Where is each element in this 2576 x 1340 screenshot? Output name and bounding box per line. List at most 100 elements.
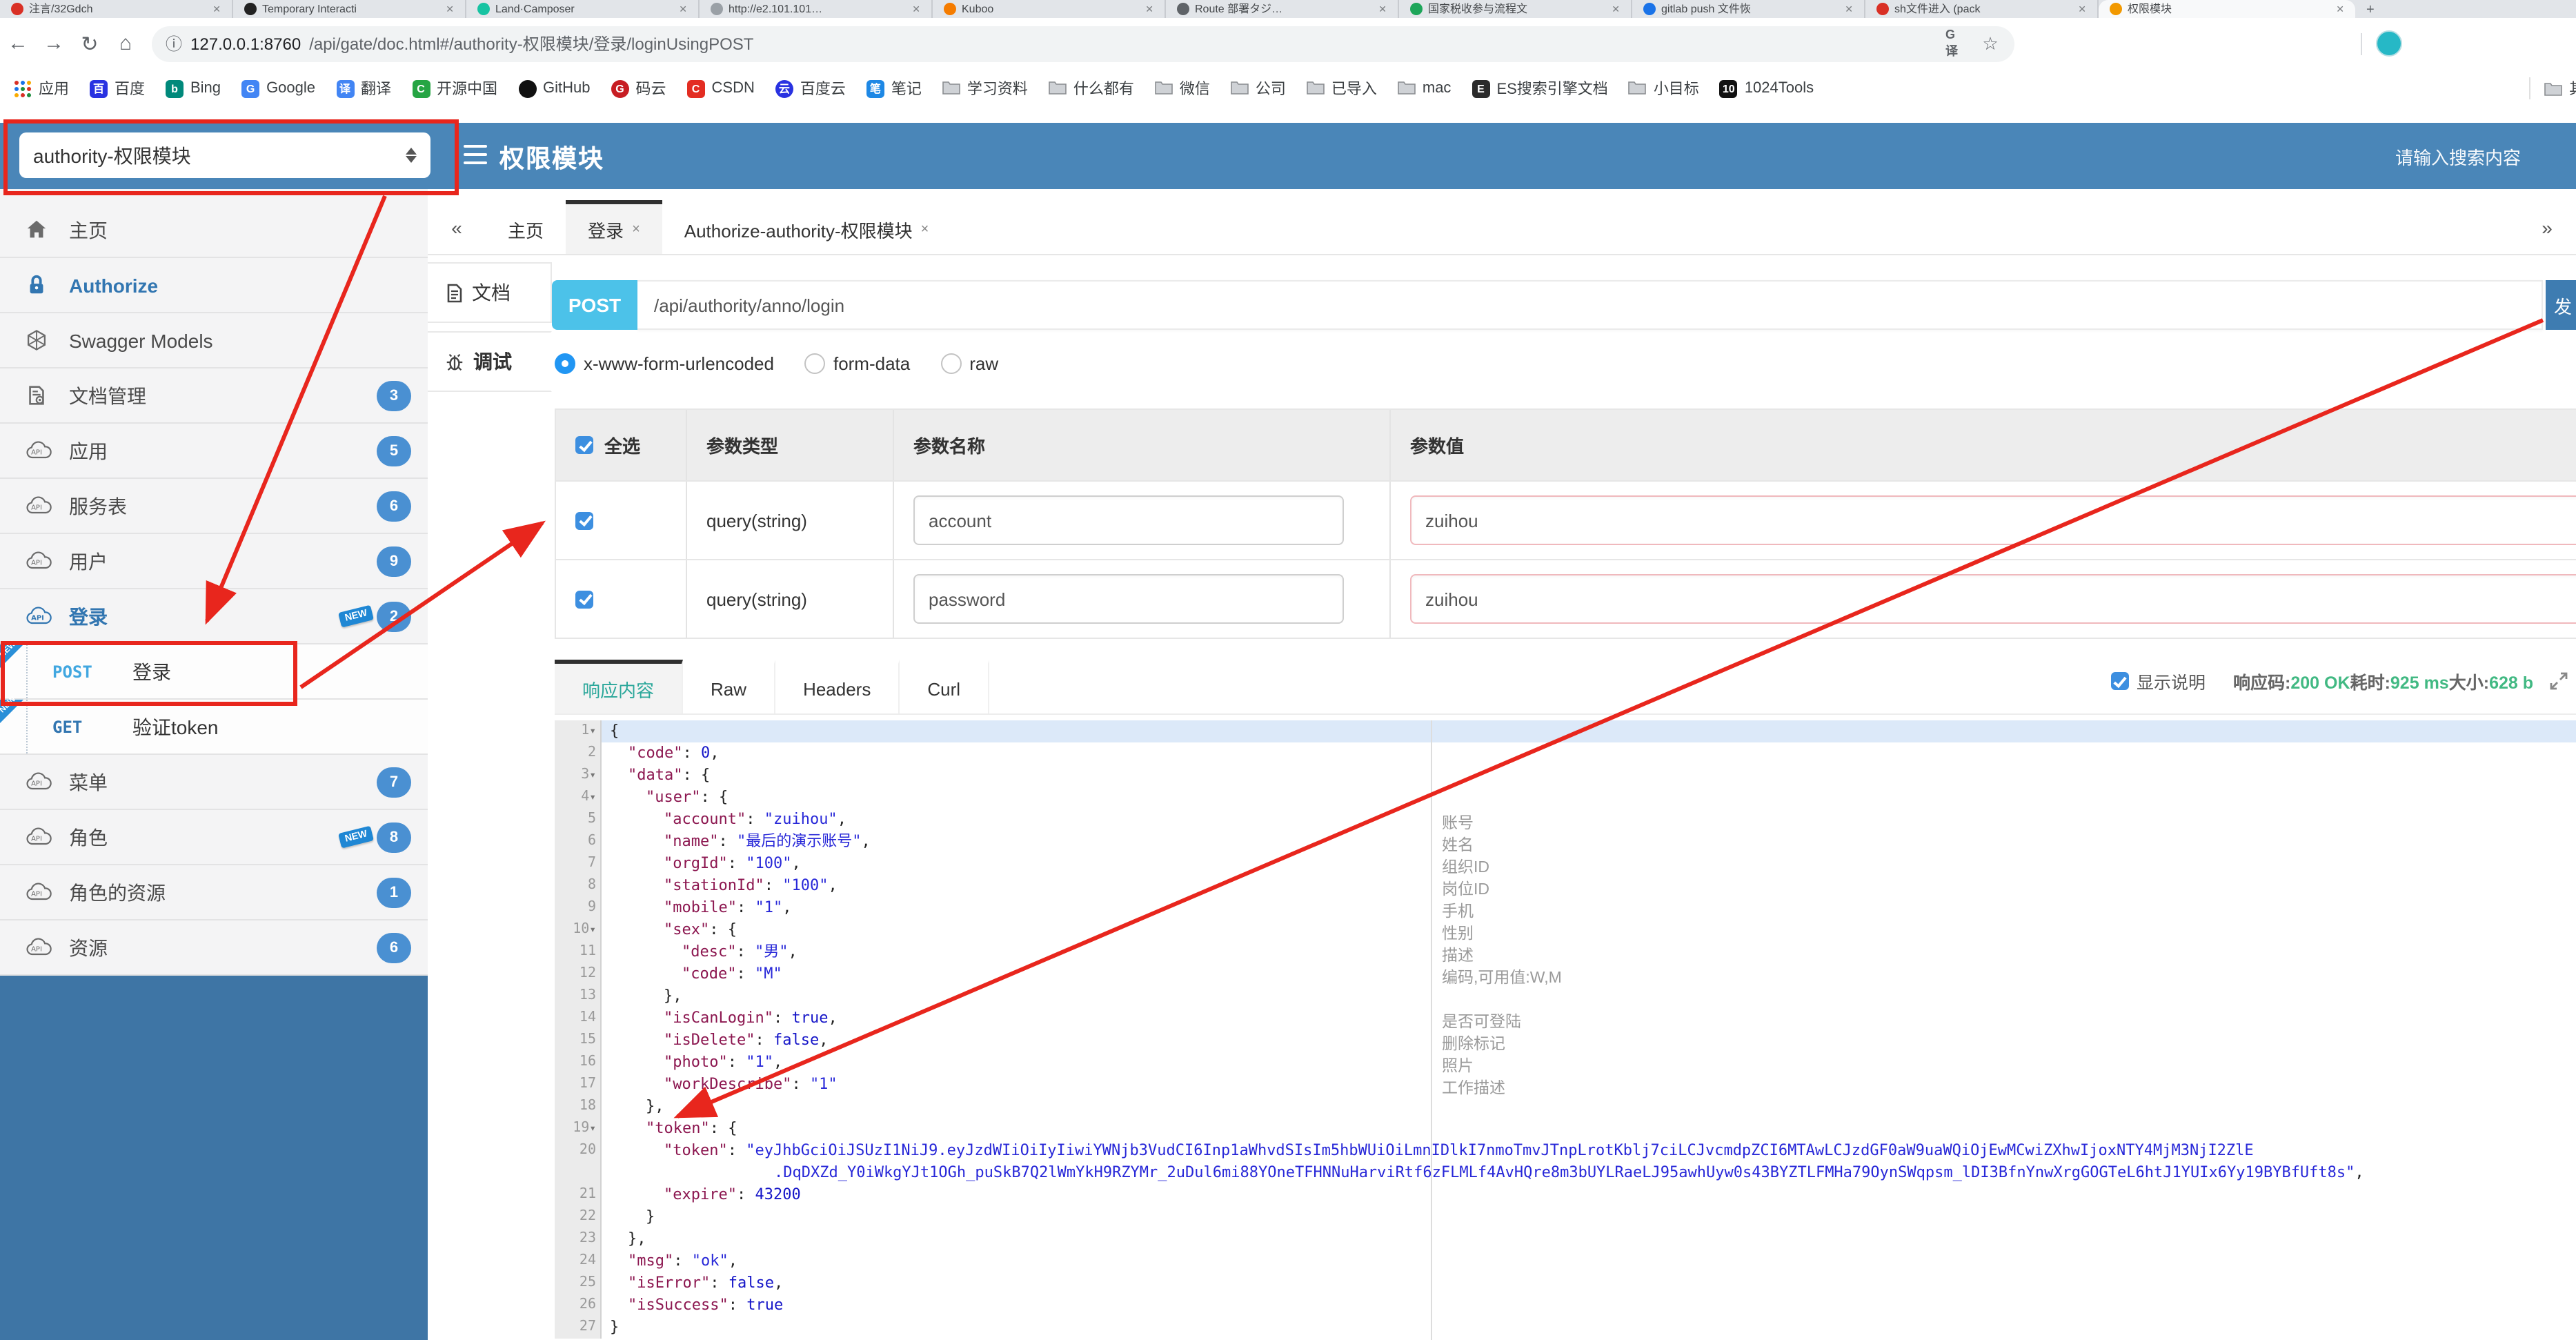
browser-tab[interactable]: http://e2.101.101… ✕: [700, 0, 933, 18]
bookmark-item[interactable]: 应用: [14, 77, 69, 99]
info-icon[interactable]: ⓘ: [166, 32, 182, 55]
show-description-checkbox[interactable]: [2110, 672, 2128, 690]
sidebar-item[interactable]: API 资源 6: [0, 920, 428, 976]
bookmark-item[interactable]: G 码云: [611, 77, 666, 99]
tab-close-icon[interactable]: ✕: [1145, 3, 1153, 14]
tab-close-icon[interactable]: ×: [632, 221, 640, 237]
browser-tab[interactable]: Kuboo ✕: [933, 0, 1166, 18]
param-checkbox[interactable]: [575, 511, 593, 529]
radio-icon[interactable]: [555, 353, 575, 373]
body-type-option[interactable]: form-data: [804, 353, 910, 373]
reload-icon[interactable]: ↻: [72, 31, 108, 56]
browser-tab[interactable]: 注言/32Gdch ✕: [0, 0, 233, 18]
browser-tab[interactable]: Route 部署タジ… ✕: [1166, 0, 1399, 18]
extension-icon[interactable]: [2064, 33, 2085, 54]
radio-icon[interactable]: [804, 353, 825, 373]
extension-icon[interactable]: [2329, 33, 2350, 54]
json-code[interactable]: 1▾{2 "code": 0, 3▾ "data": {4▾ "user": {5 "ac…: [555, 720, 2576, 1339]
search-input[interactable]: 请输入搜索内容: [2395, 144, 2521, 170]
extension-icon[interactable]: [2130, 33, 2151, 54]
tab-close-icon[interactable]: ✕: [1378, 3, 1387, 14]
param-value-input[interactable]: zuihou: [1410, 574, 2576, 624]
tabs-collapse-icon[interactable]: «: [428, 200, 486, 254]
doc-view-tab[interactable]: 文档: [428, 262, 552, 323]
browser-tab[interactable]: Land·Camposer ✕: [466, 0, 700, 18]
sidebar-item[interactable]: API 角色的资源 1: [0, 865, 428, 920]
sidebar-item[interactable]: API 用户 9: [0, 534, 428, 589]
bookmark-item[interactable]: GitHub: [518, 79, 591, 97]
browser-tab[interactable]: 权限模块 ✕: [2099, 0, 2355, 18]
home-icon[interactable]: ⌂: [108, 32, 143, 55]
extension-icon[interactable]: [2263, 33, 2283, 54]
profile-avatar[interactable]: [2376, 30, 2402, 57]
body-type-option[interactable]: raw: [940, 353, 998, 373]
bookmark-item[interactable]: 公司: [1231, 77, 1286, 99]
module-select[interactable]: authority-权限模块: [19, 132, 430, 178]
browser-tab[interactable]: sh文件进入 (pack ✕: [1865, 0, 2099, 18]
param-checkbox[interactable]: [575, 590, 593, 608]
tab-close-icon[interactable]: ✕: [2078, 3, 2086, 14]
response-tab[interactable]: 响应内容: [555, 660, 684, 713]
content-tab[interactable]: 登录 ×: [566, 200, 662, 254]
sidebar-item[interactable]: 文档管理 3: [0, 368, 428, 424]
browser-tab[interactable]: gitlab push 文件恢 ✕: [1632, 0, 1865, 18]
bookmark-item[interactable]: G Google: [241, 79, 315, 97]
param-name-input[interactable]: password: [913, 574, 1344, 624]
extension-icon[interactable]: [2097, 33, 2118, 54]
param-value-input[interactable]: zuihou: [1410, 495, 2576, 545]
bookmark-item[interactable]: 译 翻译: [336, 77, 391, 99]
browser-tab[interactable]: Temporary Interacti ✕: [233, 0, 466, 18]
bookmark-item[interactable]: 已导入: [1307, 77, 1377, 99]
select-all-checkbox[interactable]: [575, 436, 593, 454]
content-tab[interactable]: 主页: [486, 200, 566, 254]
radio-icon[interactable]: [940, 353, 962, 373]
sidebar-item[interactable]: API 应用 5: [0, 424, 428, 479]
fullscreen-icon[interactable]: [2550, 672, 2568, 690]
sidebar-item[interactable]: API 服务表 6: [0, 479, 428, 534]
body-type-option[interactable]: x-www-form-urlencoded: [555, 353, 774, 373]
send-button[interactable]: 发: [2546, 280, 2576, 330]
bookmark-item[interactable]: 10 1024Tools: [1719, 79, 1814, 97]
response-tab[interactable]: Headers: [775, 660, 900, 713]
extension-icon[interactable]: [2163, 33, 2184, 54]
forward-icon[interactable]: →: [36, 32, 72, 55]
tab-close-icon[interactable]: ✕: [2336, 3, 2344, 14]
doc-view-tab[interactable]: 调试: [428, 331, 552, 392]
address-bar[interactable]: ⓘ 127.0.0.1:8760 /api/gate/doc.html#/aut…: [152, 26, 2014, 61]
response-tab[interactable]: Curl: [900, 660, 990, 713]
sidebar-item[interactable]: NEW POST 登录: [0, 640, 428, 700]
sidebar-item[interactable]: Swagger Models: [0, 313, 428, 368]
tab-close-icon[interactable]: ×: [921, 221, 929, 237]
tab-close-icon[interactable]: ✕: [679, 3, 687, 14]
tab-close-icon[interactable]: ✕: [1612, 3, 1620, 14]
tab-close-icon[interactable]: ✕: [212, 3, 221, 14]
param-name-input[interactable]: account: [913, 495, 1344, 545]
bookmark-item[interactable]: 学习资料: [942, 77, 1028, 99]
bookmark-item[interactable]: 小目标: [1629, 77, 1699, 99]
bookmark-item[interactable]: E ES搜索引擎文档: [1472, 77, 1608, 99]
menu-toggle-icon[interactable]: [464, 145, 487, 164]
extension-icon[interactable]: [2296, 33, 2317, 54]
response-tab[interactable]: Raw: [683, 660, 776, 713]
tab-close-icon[interactable]: ✕: [912, 3, 920, 14]
bookmark-item[interactable]: 微信: [1155, 77, 1210, 99]
endpoint-url-input[interactable]: /api/authority/anno/login: [637, 280, 2543, 330]
translate-icon[interactable]: G译: [1945, 28, 1966, 58]
bookmark-item[interactable]: C 开源中国: [412, 77, 497, 99]
extension-icon[interactable]: [2230, 33, 2250, 54]
extension-icon[interactable]: [2197, 33, 2217, 54]
sidebar-item[interactable]: NEW GET 验证token: [0, 696, 428, 755]
browser-tab[interactable]: 国家税收参与流程文 ✕: [1399, 0, 1632, 18]
bookmark-item[interactable]: b Bing: [166, 79, 221, 97]
tab-close-icon[interactable]: ✕: [1845, 3, 1853, 14]
bookmark-item[interactable]: 百 百度: [90, 77, 145, 99]
bookmark-item[interactable]: 云 百度云: [775, 77, 846, 99]
tab-close-icon[interactable]: ✕: [446, 3, 454, 14]
sidebar-item[interactable]: 主页: [0, 203, 428, 258]
new-tab-button[interactable]: +: [2355, 3, 2386, 18]
bookmark-item[interactable]: 笔 笔记: [866, 77, 922, 99]
bookmark-star-icon[interactable]: ☆: [1980, 32, 2001, 54]
sidebar-item[interactable]: API 登录 NEW 2: [0, 589, 428, 644]
back-icon[interactable]: ←: [0, 32, 36, 55]
bookmark-item[interactable]: 什么都有: [1049, 77, 1134, 99]
